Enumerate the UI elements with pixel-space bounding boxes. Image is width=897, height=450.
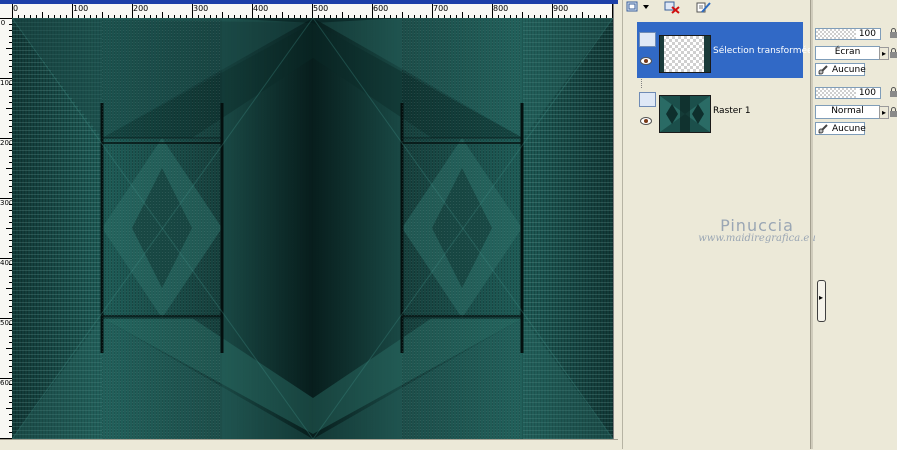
blend-mode-select[interactable]: Normal bbox=[815, 105, 880, 119]
edit-layer-icon bbox=[696, 1, 711, 13]
lock-icon[interactable] bbox=[889, 87, 897, 97]
layer-thumbnail bbox=[659, 95, 711, 133]
horizontal-ruler: 0 100 200 300 400 500 600 700 800 900 bbox=[0, 4, 614, 19]
horizontal-scrollbar[interactable] bbox=[0, 439, 618, 450]
layer-name: Sélection transformée bbox=[713, 46, 813, 56]
layer-name: Raster 1 bbox=[713, 106, 751, 116]
layer-type-icon bbox=[639, 92, 656, 107]
layer-properties-selection: 100 Écran ▸ Aucune bbox=[813, 26, 897, 80]
layer-row-selection[interactable]: Sélection transformée bbox=[637, 22, 813, 78]
new-layer-button[interactable] bbox=[625, 0, 651, 14]
blend-mode-select[interactable]: Écran bbox=[815, 46, 880, 60]
lock-icon[interactable] bbox=[889, 48, 897, 58]
canvas-area: 0 100 200 300 400 500 600 700 800 900 0 … bbox=[0, 0, 623, 450]
new-layer-icon bbox=[626, 1, 649, 12]
chevron-down-icon bbox=[643, 5, 649, 9]
layer-type-icon bbox=[639, 32, 656, 47]
document-canvas[interactable] bbox=[12, 18, 613, 439]
delete-layer-icon bbox=[664, 1, 680, 14]
layers-toolbar bbox=[623, 0, 897, 18]
blend-mode-arrow-icon[interactable]: ▸ bbox=[879, 106, 889, 119]
blend-mode-arrow-icon[interactable]: ▸ bbox=[879, 47, 889, 60]
eye-icon[interactable] bbox=[640, 57, 652, 65]
layer-list: Sélection transformée Raster 1 Pinuccia … bbox=[637, 20, 826, 449]
mask-link-field[interactable]: Aucune bbox=[815, 63, 866, 76]
layer-row-raster[interactable]: Raster 1 bbox=[637, 82, 803, 138]
edit-layer-button[interactable] bbox=[695, 0, 713, 14]
ruler-ticks bbox=[0, 18, 12, 439]
layers-palette: Sélection transformée Raster 1 Pinuccia … bbox=[622, 0, 897, 449]
watermark: Pinuccia www.maidiregrafica.eu bbox=[687, 216, 827, 244]
eye-icon[interactable] bbox=[640, 117, 652, 125]
lock-icon[interactable] bbox=[889, 28, 897, 38]
mask-link-field[interactable]: Aucune bbox=[815, 122, 866, 135]
opacity-field[interactable]: 100 bbox=[815, 87, 881, 99]
delete-layer-button[interactable] bbox=[663, 0, 681, 14]
canvas-artwork bbox=[12, 18, 613, 439]
ruler-ticks bbox=[12, 4, 613, 18]
lock-icon[interactable] bbox=[889, 107, 897, 117]
palette-collapse-handle[interactable]: ▸ bbox=[817, 280, 826, 322]
layer-properties-raster: 100 Normal ▸ Aucune bbox=[813, 85, 897, 139]
watermark-url: www.maidiregrafica.eu bbox=[698, 233, 816, 244]
mask-link-icon bbox=[818, 124, 828, 134]
opacity-field[interactable]: 100 bbox=[815, 28, 881, 40]
mask-link-icon bbox=[818, 65, 828, 75]
layer-thumbnail bbox=[659, 35, 711, 73]
